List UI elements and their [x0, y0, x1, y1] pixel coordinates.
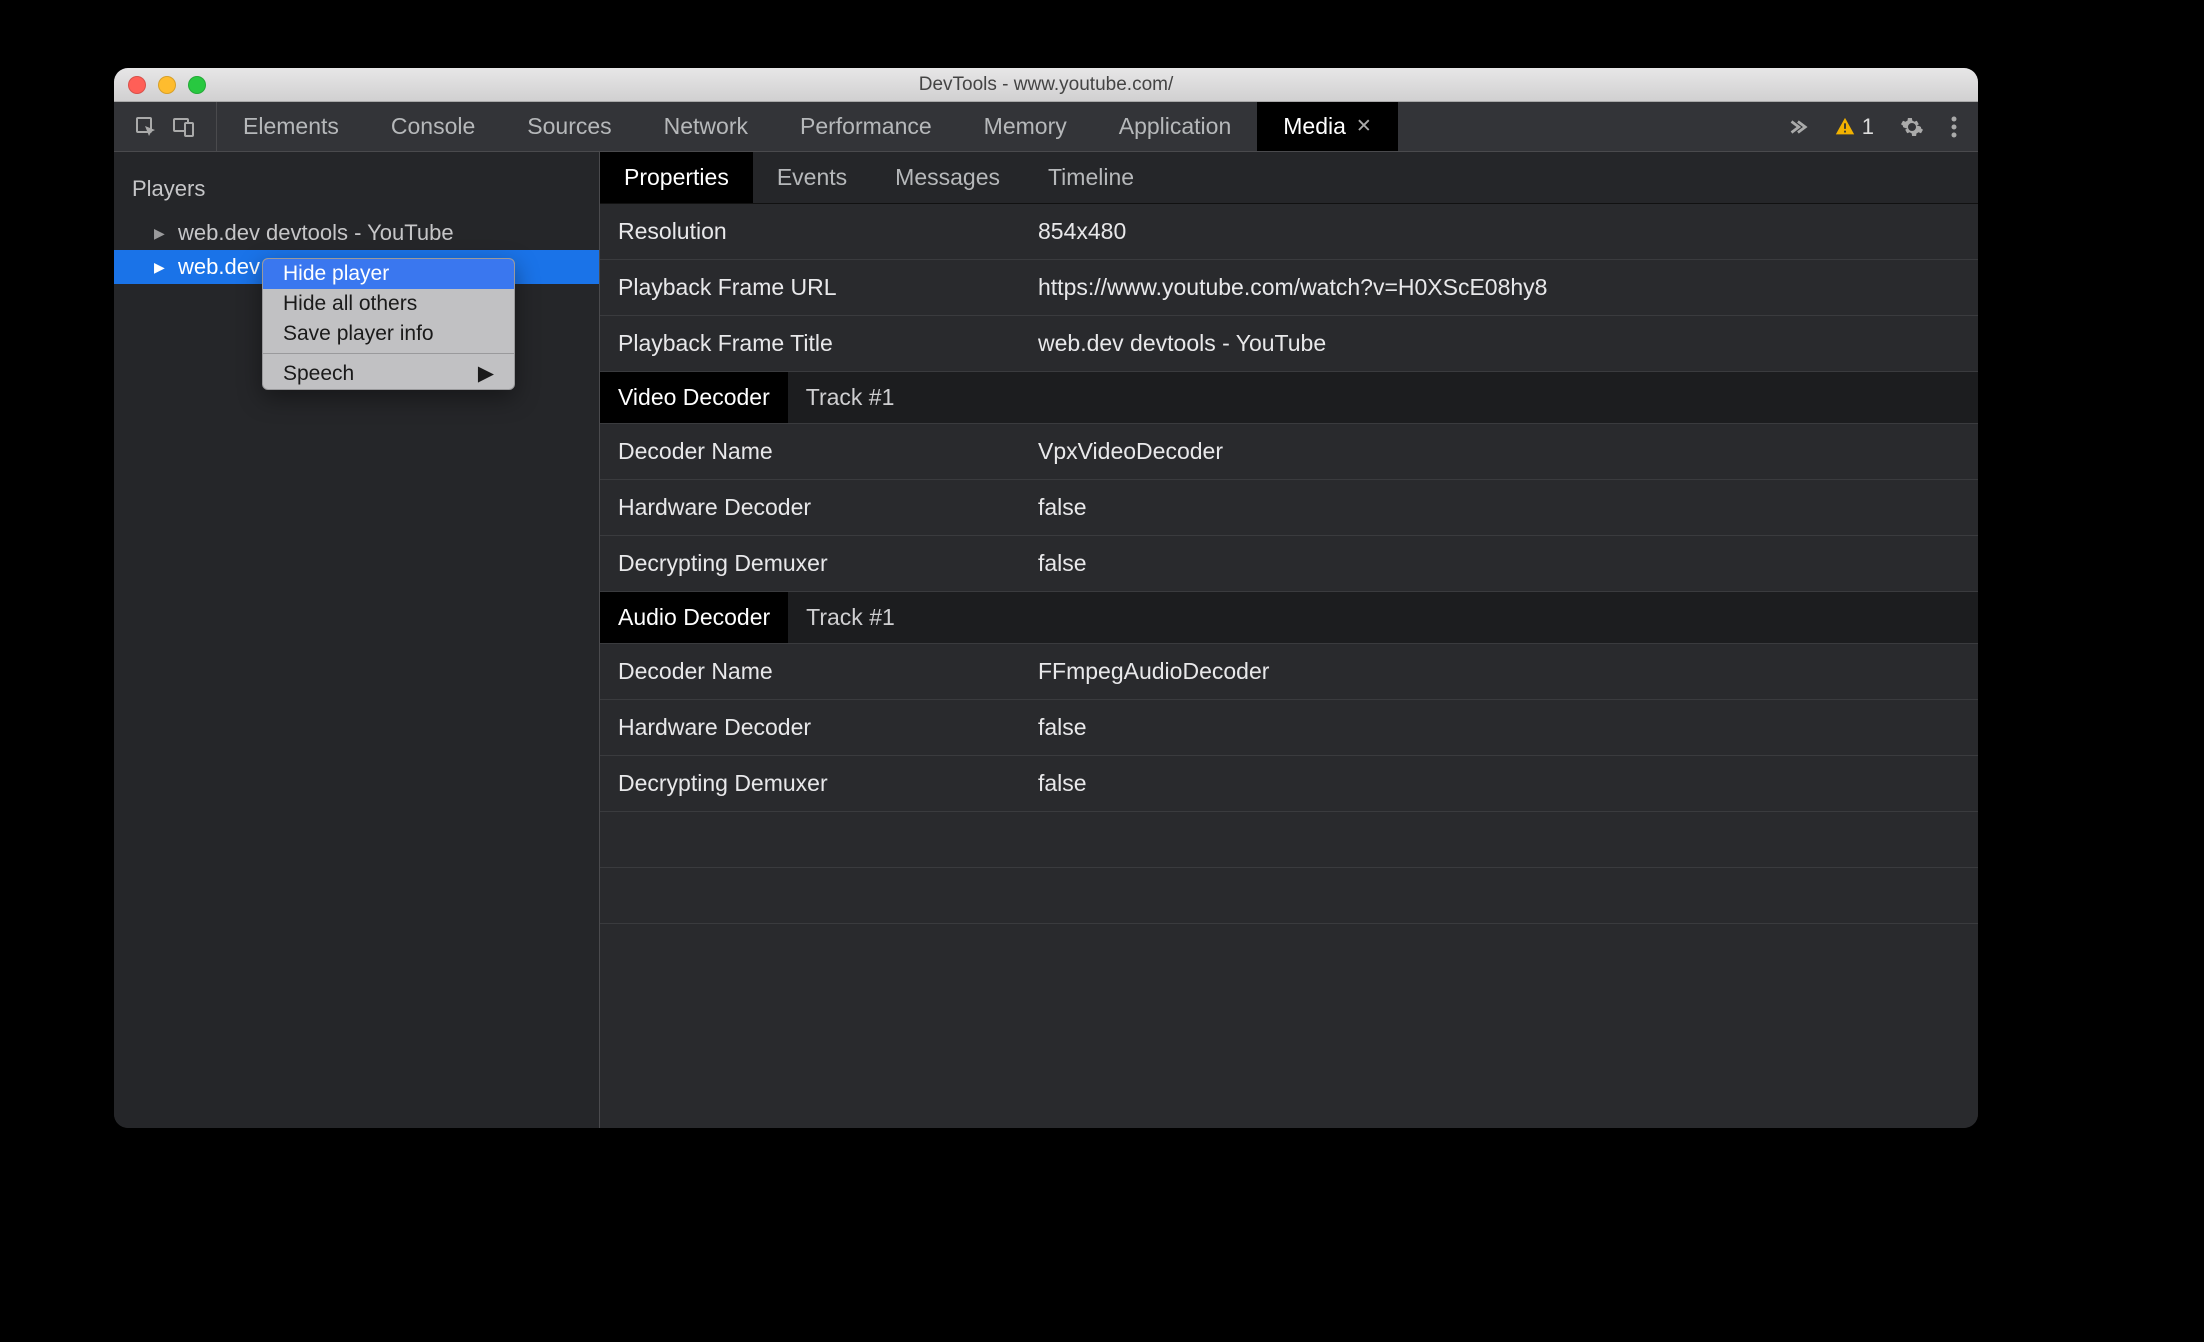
prop-value: false — [1038, 770, 1087, 797]
prop-label: Hardware Decoder — [618, 494, 1038, 521]
subtab-properties[interactable]: Properties — [600, 152, 753, 203]
prop-row-resolution: Resolution 854x480 — [600, 204, 1978, 260]
section-video-decoder: Video Decoder Track #1 — [600, 372, 1978, 424]
media-subtabs: Properties Events Messages Timeline — [600, 152, 1978, 204]
prop-row-video-hw-decoder: Hardware Decoder false — [600, 480, 1978, 536]
ctx-hide-player[interactable]: Hide player — [263, 259, 514, 289]
toolbar-left-icons — [114, 102, 217, 151]
empty-row — [600, 868, 1978, 924]
titlebar: DevTools - www.youtube.com/ — [114, 68, 1978, 102]
tab-console[interactable]: Console — [365, 102, 501, 151]
prop-value: VpxVideoDecoder — [1038, 438, 1223, 465]
prop-label: Decoder Name — [618, 438, 1038, 465]
more-tabs-icon[interactable] — [1786, 116, 1808, 138]
ctx-item-label: Speech — [283, 362, 354, 386]
device-toggle-icon[interactable] — [172, 115, 196, 139]
prop-row-audio-decrypting-demuxer: Decrypting Demuxer false — [600, 756, 1978, 812]
prop-label: Decrypting Demuxer — [618, 770, 1038, 797]
player-context-menu: Hide player Hide all others Save player … — [262, 258, 515, 390]
inspect-element-icon[interactable] — [134, 115, 158, 139]
ctx-item-label: Hide all others — [283, 292, 417, 316]
ctx-item-label: Hide player — [283, 262, 389, 286]
prop-label: Decrypting Demuxer — [618, 550, 1038, 577]
ctx-hide-all-others[interactable]: Hide all others — [263, 289, 514, 319]
section-track: Track #1 — [788, 372, 913, 423]
tab-media-label: Media — [1283, 113, 1346, 140]
tab-application[interactable]: Application — [1093, 102, 1258, 151]
toolbar-right: 1 — [1786, 102, 1978, 151]
submenu-arrow-icon: ▶ — [478, 361, 494, 386]
warning-count: 1 — [1862, 114, 1874, 140]
devtools-toolbar: Elements Console Sources Network Perform… — [114, 102, 1978, 152]
section-heading: Video Decoder — [600, 372, 788, 423]
ctx-speech[interactable]: Speech ▶ — [263, 358, 514, 389]
content-area: Players ▶ web.dev devtools - YouTube ▶ w… — [114, 152, 1978, 1128]
players-sidebar: Players ▶ web.dev devtools - YouTube ▶ w… — [114, 152, 600, 1128]
tab-network[interactable]: Network — [638, 102, 774, 151]
prop-value: web.dev devtools - YouTube — [1038, 330, 1326, 357]
prop-value: 854x480 — [1038, 218, 1126, 245]
prop-row-video-decoder-name: Decoder Name VpxVideoDecoder — [600, 424, 1978, 480]
section-heading: Audio Decoder — [600, 592, 788, 643]
main-tabs: Elements Console Sources Network Perform… — [217, 102, 1398, 151]
tab-sources[interactable]: Sources — [501, 102, 637, 151]
prop-row-video-decrypting-demuxer: Decrypting Demuxer false — [600, 536, 1978, 592]
warnings-badge[interactable]: 1 — [1834, 114, 1874, 140]
media-panel: Properties Events Messages Timeline Reso… — [600, 152, 1978, 1128]
ctx-item-label: Save player info — [283, 322, 434, 346]
window-title: DevTools - www.youtube.com/ — [114, 74, 1978, 96]
prop-label: Playback Frame Title — [618, 330, 1038, 357]
player-item-0[interactable]: ▶ web.dev devtools - YouTube — [114, 216, 599, 250]
subtab-events[interactable]: Events — [753, 152, 871, 203]
sidebar-header: Players — [114, 152, 599, 216]
tab-media[interactable]: Media ✕ — [1257, 102, 1398, 151]
settings-icon[interactable] — [1900, 115, 1924, 139]
prop-row-playback-title: Playback Frame Title web.dev devtools - … — [600, 316, 1978, 372]
prop-value: false — [1038, 550, 1087, 577]
prop-value: https://www.youtube.com/watch?v=H0XScE08… — [1038, 274, 1547, 301]
prop-row-audio-hw-decoder: Hardware Decoder false — [600, 700, 1978, 756]
section-track: Track #1 — [788, 592, 913, 643]
section-audio-decoder: Audio Decoder Track #1 — [600, 592, 1978, 644]
ctx-save-player-info[interactable]: Save player info — [263, 319, 514, 349]
subtab-messages[interactable]: Messages — [871, 152, 1024, 203]
prop-label: Resolution — [618, 218, 1038, 245]
player-label: web.dev devtools - YouTube — [178, 220, 454, 246]
tab-performance[interactable]: Performance — [774, 102, 958, 151]
prop-label: Hardware Decoder — [618, 714, 1038, 741]
ctx-separator — [263, 353, 514, 354]
tab-elements[interactable]: Elements — [217, 102, 365, 151]
prop-row-playback-url: Playback Frame URL https://www.youtube.c… — [600, 260, 1978, 316]
prop-label: Decoder Name — [618, 658, 1038, 685]
prop-value: false — [1038, 714, 1087, 741]
subtab-timeline[interactable]: Timeline — [1024, 152, 1158, 203]
devtools-window: DevTools - www.youtube.com/ Elements Con… — [114, 68, 1978, 1128]
prop-label: Playback Frame URL — [618, 274, 1038, 301]
prop-value: false — [1038, 494, 1087, 521]
prop-row-audio-decoder-name: Decoder Name FFmpegAudioDecoder — [600, 644, 1978, 700]
tab-memory[interactable]: Memory — [958, 102, 1093, 151]
kebab-menu-icon[interactable] — [1950, 115, 1958, 139]
close-tab-icon[interactable]: ✕ — [1356, 115, 1372, 138]
play-triangle-icon: ▶ — [154, 225, 168, 242]
prop-value: FFmpegAudioDecoder — [1038, 658, 1269, 685]
empty-row — [600, 812, 1978, 868]
play-triangle-icon: ▶ — [154, 259, 168, 276]
